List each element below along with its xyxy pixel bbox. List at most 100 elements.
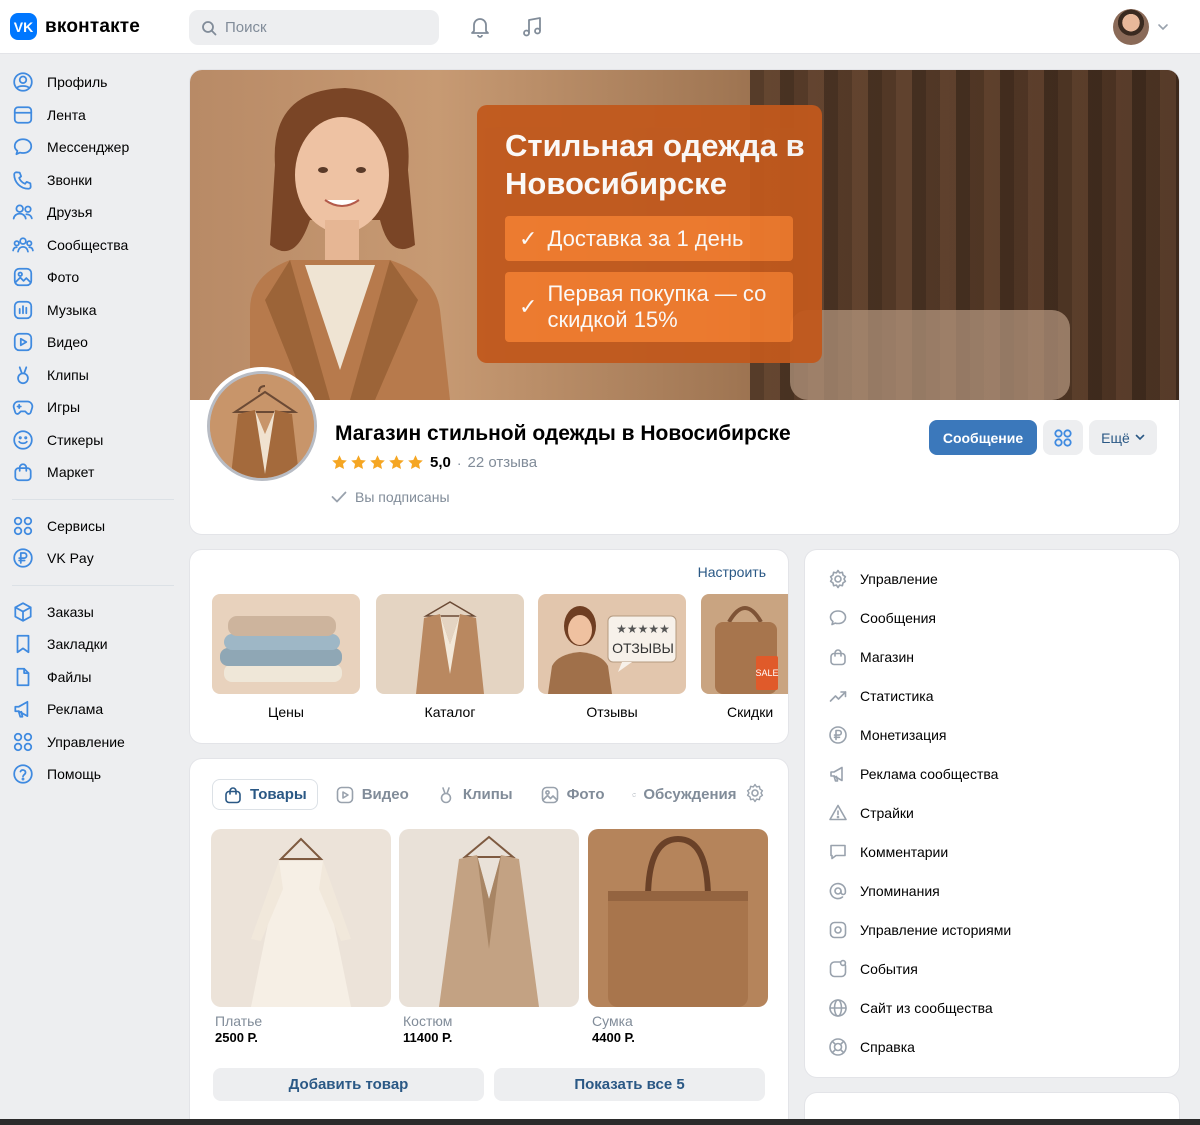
- sidebar-item-label: Сообщества: [47, 236, 129, 253]
- warning-icon: [829, 804, 847, 820]
- sidebar-item-label: Реклама: [47, 701, 104, 718]
- search-input[interactable]: [225, 19, 425, 36]
- user-circle-icon: [13, 72, 33, 92]
- widgets-card: Настроить Цены Каталог ★★★★★ ОТЗЫВЫ Отзы…: [190, 550, 788, 743]
- sidebar-item-orders[interactable]: Заказы: [0, 596, 180, 629]
- admin-menu-item-3[interactable]: Статистика: [805, 676, 1179, 715]
- widget-reviews[interactable]: ★★★★★ ОТЗЫВЫ Отзывы: [538, 594, 686, 720]
- sidebar-item-label: Звонки: [47, 171, 93, 188]
- reviews-count[interactable]: 22 отзыва: [468, 454, 538, 471]
- configure-link[interactable]: Настроить: [698, 564, 766, 580]
- community-avatar[interactable]: [203, 367, 321, 485]
- admin-menu-item-1[interactable]: Сообщения: [805, 598, 1179, 637]
- admin-menu-item-8[interactable]: Упоминания: [805, 871, 1179, 910]
- profile-menu[interactable]: [1113, 9, 1169, 45]
- sidebar-item-label: Профиль: [47, 74, 108, 91]
- vk-logo-text: вконтакте: [45, 15, 141, 37]
- admin-menu-item-12[interactable]: Справка: [805, 1027, 1179, 1066]
- vk-logo[interactable]: VK вконтакте: [10, 13, 140, 40]
- sidebar-item-label: Лента: [47, 106, 86, 123]
- music-note-icon[interactable]: [519, 14, 545, 40]
- more-button[interactable]: Ещё: [1089, 420, 1157, 455]
- apps-grid-button[interactable]: [1043, 420, 1083, 455]
- community-rating[interactable]: 5,0 · 22 отзыва: [331, 454, 537, 471]
- promo-banner: Стильная одежда в Новосибирске ✓ Доставк…: [477, 105, 822, 363]
- product-image: [399, 829, 579, 1007]
- sidebar-item-ads[interactable]: Реклама: [0, 693, 180, 726]
- sidebar-item-stickers[interactable]: Стикеры: [0, 424, 180, 457]
- tab-1[interactable]: Видео: [325, 779, 419, 810]
- sidebar-item-management[interactable]: Управление: [0, 726, 180, 759]
- send-message-button[interactable]: Сообщение: [929, 420, 1037, 455]
- add-product-button[interactable]: Добавить товар: [213, 1068, 484, 1101]
- sidebar-item-friends[interactable]: Друзья: [0, 196, 180, 229]
- widget-catalog[interactable]: Каталог: [376, 594, 524, 720]
- sidebar-item-music[interactable]: Музыка: [0, 294, 180, 327]
- admin-menu-item-5[interactable]: Реклама сообщества: [805, 754, 1179, 793]
- sidebar-item-label: Заказы: [47, 603, 94, 620]
- checkmark-icon: [331, 491, 347, 503]
- star-icon: [389, 455, 404, 470]
- phone-icon: [13, 171, 32, 190]
- clips-icon: [17, 366, 29, 384]
- chat-bubble-icon: [631, 792, 636, 797]
- community-name: Магазин стильной одежды в Новосибирске: [335, 422, 791, 445]
- avatar[interactable]: [1113, 9, 1149, 45]
- product-card-suit[interactable]: Костюм 11400 Р.: [399, 829, 579, 1045]
- admin-menu-item-10[interactable]: События: [805, 949, 1179, 988]
- tabs-settings-gear-icon[interactable]: [745, 783, 765, 808]
- sidebar-item-games[interactable]: Игры: [0, 391, 180, 424]
- sidebar-item-calls[interactable]: Звонки: [0, 164, 180, 197]
- admin-menu-item-9[interactable]: Управление историями: [805, 910, 1179, 949]
- sidebar-item-label: VK Pay: [47, 550, 94, 567]
- widget-reviews-image: ★★★★★ ОТЗЫВЫ: [538, 594, 686, 694]
- grid-icon: [13, 732, 33, 751]
- sidebar-item-photos[interactable]: Фото: [0, 261, 180, 294]
- admin-menu-item-6[interactable]: Страйки: [805, 793, 1179, 832]
- product-card-dress[interactable]: Платье 2500 Р.: [211, 829, 391, 1045]
- product-card-bag[interactable]: Сумка 4400 Р.: [588, 829, 768, 1045]
- sidebar-item-help[interactable]: Помощь: [0, 758, 180, 791]
- sidebar-item-label: Видео: [47, 334, 88, 351]
- sidebar-item-messenger[interactable]: Мессенджер: [0, 131, 180, 164]
- widget-discounts[interactable]: SALE Скидки: [701, 594, 788, 720]
- shopping-bag-icon: [14, 463, 32, 482]
- question-circle-icon: [13, 764, 33, 784]
- sidebar-item-profile[interactable]: Профиль: [0, 66, 180, 99]
- sidebar-item-files[interactable]: Файлы: [0, 661, 180, 694]
- tab-2[interactable]: Клипы: [426, 779, 523, 810]
- promo-title: Стильная одежда в Новосибирске: [505, 128, 805, 201]
- clips-icon: [440, 786, 452, 803]
- subscription-status[interactable]: Вы подписаны: [331, 489, 450, 505]
- calendar-icon: [829, 959, 847, 977]
- widget-catalog-image: [376, 594, 524, 694]
- admin-menu-item-2[interactable]: Магазин: [805, 637, 1179, 676]
- admin-menu-item-4[interactable]: Монетизация: [805, 715, 1179, 754]
- search-box[interactable]: [189, 10, 439, 45]
- tab-3[interactable]: Фото: [530, 779, 615, 810]
- sidebar-item-label: Стикеры: [47, 431, 104, 448]
- admin-menu-item-0[interactable]: Управление: [805, 559, 1179, 598]
- show-all-products-button[interactable]: Показать все 5: [494, 1068, 765, 1101]
- widget-discounts-image: SALE: [701, 594, 788, 694]
- sidebar-item-label: Друзья: [47, 204, 93, 221]
- sidebar-item-feed[interactable]: Лента: [0, 99, 180, 132]
- sidebar-item-services[interactable]: Сервисы: [0, 510, 180, 543]
- sidebar-item-label: Закладки: [47, 636, 108, 653]
- tab-4[interactable]: Обсуждения: [622, 779, 747, 810]
- sidebar-item-video[interactable]: Видео: [0, 326, 180, 359]
- ruble-circle-icon: [13, 548, 33, 568]
- notifications-bell-icon[interactable]: [467, 14, 493, 40]
- sidebar-item-clips[interactable]: Клипы: [0, 359, 180, 392]
- widget-prices[interactable]: Цены: [212, 594, 360, 720]
- rating-value: 5,0: [430, 454, 451, 471]
- admin-menu-item-11[interactable]: Сайт из сообщества: [805, 988, 1179, 1027]
- sidebar-item-market[interactable]: Маркет: [0, 456, 180, 489]
- tab-0[interactable]: Товары: [212, 779, 318, 810]
- sidebar-item-bookmarks[interactable]: Закладки: [0, 628, 180, 661]
- sale-tag: SALE: [756, 656, 779, 690]
- music-icon: [13, 300, 33, 319]
- sidebar-item-communities[interactable]: Сообщества: [0, 229, 180, 262]
- admin-menu-item-7[interactable]: Комментарии: [805, 832, 1179, 871]
- sidebar-item-vkpay[interactable]: VK Pay: [0, 542, 180, 575]
